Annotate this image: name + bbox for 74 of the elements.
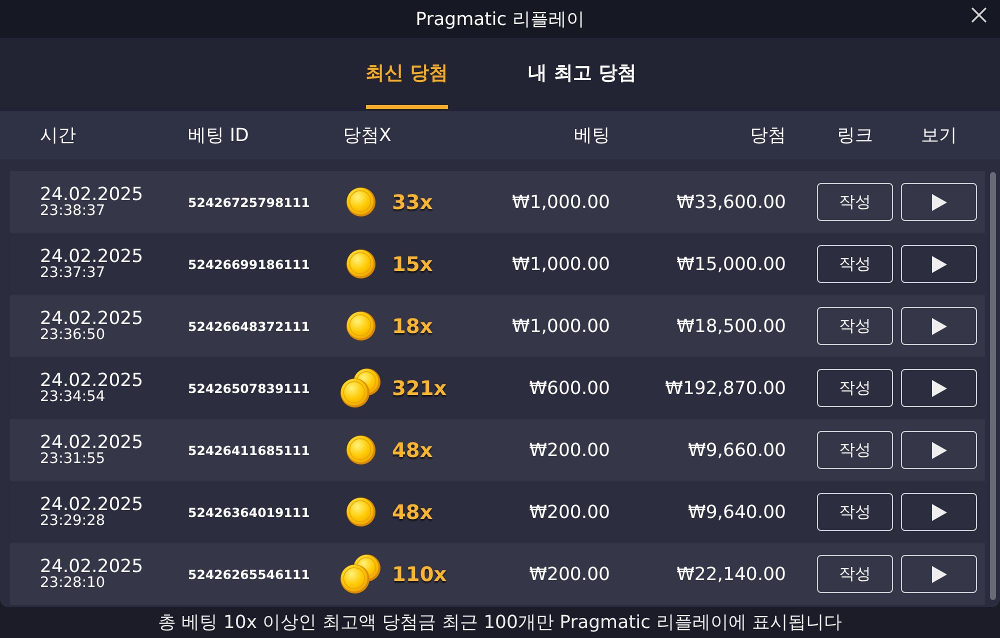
multiplier-cell-text: 18x	[392, 313, 433, 340]
multiplier-cell-text: 321x	[392, 375, 447, 402]
date-cell-text: 24.02.2025	[40, 496, 144, 514]
window-title: Pragmatic 리플레이	[416, 8, 584, 32]
bet-id-cell: 52426699186111	[188, 257, 310, 272]
bet-amount-cell: ₩1,000.00	[512, 254, 610, 274]
create-link-button[interactable]: 작성	[817, 183, 893, 221]
play-icon	[932, 566, 946, 582]
column-header: 당첨	[749, 124, 786, 148]
date-cell-text: 24.02.2025	[40, 248, 144, 266]
multiplier-cell-text: 110x	[392, 561, 447, 588]
play-button[interactable]	[901, 307, 977, 345]
win-amount-cell: ₩22,140.00	[676, 564, 786, 584]
time-cell-text: 23:36:50	[40, 328, 106, 342]
multiplier-cell-text: 15x	[392, 251, 433, 278]
play-icon	[932, 194, 946, 210]
create-link-button[interactable]: 작성	[817, 369, 893, 407]
column-header: 시간	[39, 124, 77, 148]
bet-amount-cell: ₩1,000.00	[512, 192, 610, 212]
time-cell-text: 23:29:28	[40, 514, 106, 528]
date-cell-text: 24.02.2025	[40, 558, 144, 576]
bet-amount-cell: ₩1,000.00	[512, 316, 610, 336]
time-cell-text: 23:38:37	[40, 204, 106, 218]
bet-amount-cell: ₩200.00	[529, 440, 610, 460]
bet-id-cell: 52426725798111	[188, 195, 310, 210]
create-link-button[interactable]: 작성	[817, 307, 893, 345]
win-amount-cell: ₩18,500.00	[676, 316, 786, 336]
time-cell-text: 23:37:37	[40, 266, 106, 280]
multiplier-cell-text: 48x	[392, 437, 433, 464]
date-cell-text: 24.02.2025	[40, 186, 144, 204]
play-button[interactable]	[901, 493, 977, 531]
play-icon	[932, 318, 946, 334]
scrollbar-thumb[interactable]	[990, 172, 996, 600]
bet-amount-cell: ₩600.00	[529, 378, 610, 398]
bet-id-cell: 52426411685111	[188, 443, 310, 458]
play-icon	[932, 380, 946, 396]
bet-amount-cell: ₩200.00	[529, 502, 610, 522]
bet-id-cell: 52426507839111	[188, 381, 310, 396]
time-cell-text: 23:31:55	[40, 452, 106, 466]
multiplier-cell-text: 48x	[392, 499, 433, 526]
create-link-button[interactable]: 작성	[817, 493, 893, 531]
bet-id-cell: 52426364019111	[188, 505, 310, 520]
bet-id-cell: 52426265546111	[188, 567, 310, 582]
column-header: 링크	[836, 124, 874, 148]
column-header: 베팅	[573, 124, 610, 148]
date-cell-text: 24.02.2025	[40, 434, 144, 452]
tab[interactable]: 내 최고 당첨	[528, 58, 636, 109]
date-cell-text: 24.02.2025	[40, 310, 144, 328]
play-icon	[932, 504, 946, 520]
play-icon	[932, 442, 946, 458]
win-amount-cell: ₩9,640.00	[688, 502, 786, 522]
play-icon	[932, 256, 946, 272]
time-cell-text: 23:28:10	[40, 576, 106, 590]
footer-note: 총 베팅 10x 이상인 최고액 당첨금 최근 100개만 Pragmatic 리플레이에 표시됩니다	[158, 611, 842, 635]
play-button[interactable]	[901, 431, 977, 469]
play-button[interactable]	[901, 369, 977, 407]
win-amount-cell: ₩15,000.00	[676, 254, 786, 274]
create-link-button[interactable]: 작성	[817, 431, 893, 469]
multiplier-cell-text: 33x	[392, 189, 433, 216]
column-header: 당첨X	[342, 124, 392, 148]
bet-amount-cell: ₩200.00	[529, 564, 610, 584]
win-amount-cell: ₩192,870.00	[665, 378, 786, 398]
win-amount-cell: ₩33,600.00	[676, 192, 786, 212]
column-header: 베팅 ID	[188, 124, 250, 148]
date-cell-text: 24.02.2025	[40, 372, 144, 390]
create-link-button[interactable]: 작성	[817, 555, 893, 593]
column-header: 보기	[920, 124, 958, 148]
time-cell-text: 23:34:54	[40, 390, 106, 404]
play-button[interactable]	[901, 245, 977, 283]
bet-id-cell: 52426648372111	[188, 319, 310, 334]
play-button[interactable]	[901, 555, 977, 593]
play-button[interactable]	[901, 183, 977, 221]
create-link-button[interactable]: 작성	[817, 245, 893, 283]
win-amount-cell: ₩9,660.00	[688, 440, 786, 460]
